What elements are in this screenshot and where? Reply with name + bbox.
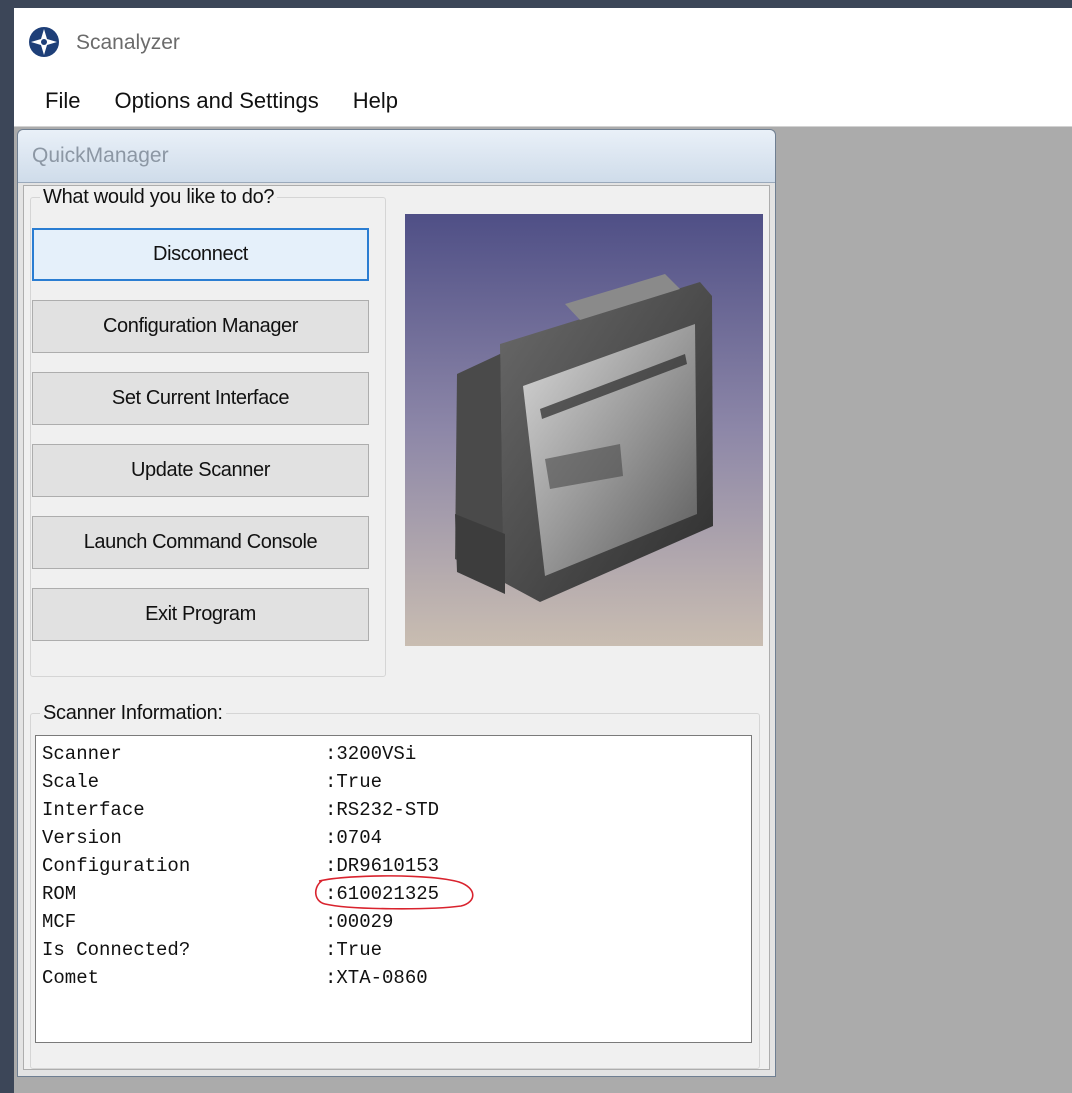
info-value: :0704 [325,827,383,849]
info-key: Version [42,827,122,849]
exit-program-button[interactable]: Exit Program [32,588,369,641]
info-value: :3200VSi [325,743,417,765]
configuration-manager-button[interactable]: Configuration Manager [32,300,369,353]
scanner-information-legend: Scanner Information: [40,702,226,725]
quickmanager-title: QuickManager [32,144,169,167]
rom-highlight-circle-annotation [314,875,474,910]
info-value: :True [325,771,383,793]
launch-command-console-button[interactable]: Launch Command Console [32,516,369,569]
info-key: Interface [42,799,145,821]
disconnect-button[interactable]: Disconnect [32,228,369,281]
info-value: :XTA-0860 [325,967,428,989]
menu-options-and-settings[interactable]: Options and Settings [111,84,321,118]
update-scanner-button[interactable]: Update Scanner [32,444,369,497]
info-value: :RS232-STD [325,799,440,821]
title-bar[interactable]: Scanalyzer [14,8,1072,76]
info-key: Scanner [42,743,122,765]
info-value: :True [325,939,383,961]
quickmanager-body: What would you like to do? Disconnect Co… [23,185,770,1070]
info-key: Scale [42,771,100,793]
scanner-product-image [405,214,763,646]
menu-help[interactable]: Help [350,84,401,118]
actions-legend: What would you like to do? [40,186,278,209]
info-key: Is Connected? [42,939,191,961]
info-value: :00029 [325,911,394,933]
info-key: ROM [42,883,77,905]
quickmanager-window: QuickManager What would you like to do? … [17,129,776,1077]
info-key: Comet [42,967,100,989]
menu-bar: File Options and Settings Help [14,76,1072,127]
quickmanager-title-bar[interactable]: QuickManager [18,130,775,183]
scanalyzer-window: Scanalyzer File Options and Settings Hel… [14,8,1072,1093]
app-logo-icon [29,27,59,57]
info-key: MCF [42,911,77,933]
info-key: Configuration [42,855,191,877]
app-title: Scanalyzer [76,31,180,54]
set-current-interface-button[interactable]: Set Current Interface [32,372,369,425]
scanner-information-group: Scanner Information: Scanner :3200VSi Sc… [30,702,760,1069]
actions-group: What would you like to do? Disconnect Co… [30,186,386,677]
menu-file[interactable]: File [42,84,83,118]
scanner-information-box[interactable]: Scanner :3200VSi Scale :True Interface :… [35,735,752,1043]
